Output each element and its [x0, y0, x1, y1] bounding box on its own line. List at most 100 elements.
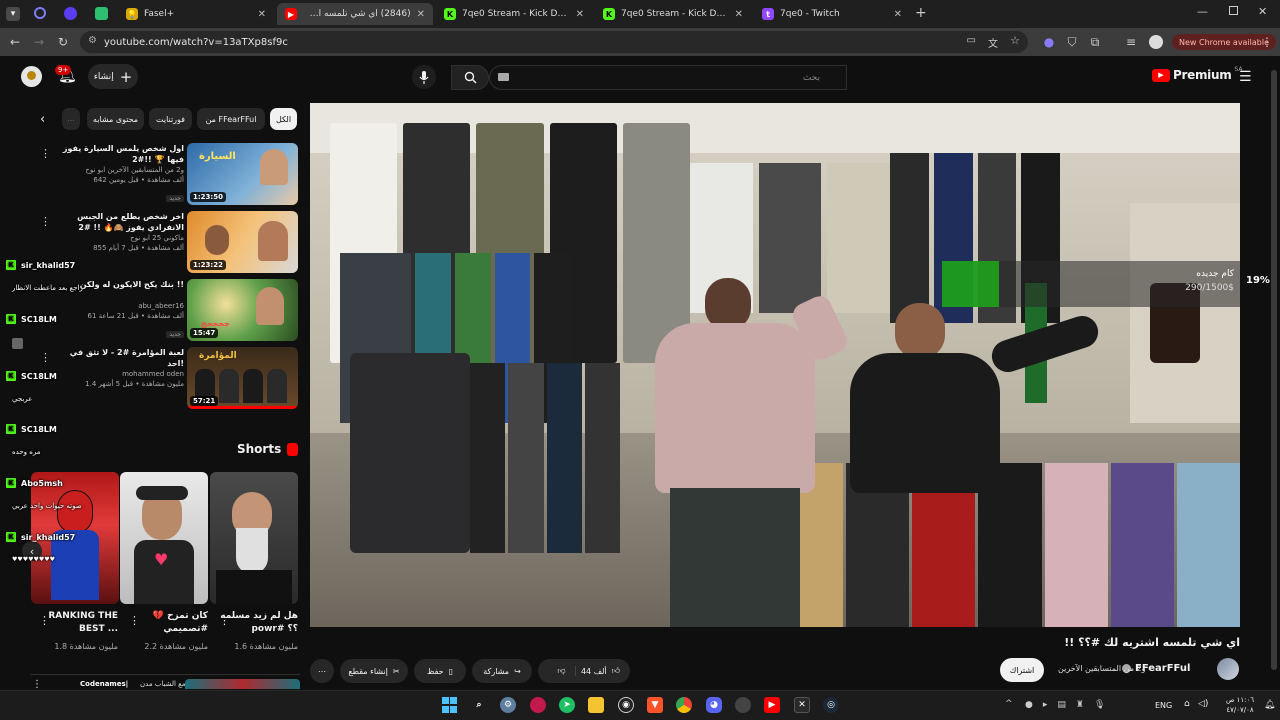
video-player[interactable]: كام جديده 290/1500$ 19% — [310, 103, 1240, 627]
address-bar[interactable]: ⚙ youtube.com/watch?v=13aTXp8sf9c ▭ 文 ☆ — [80, 31, 1028, 53]
video-thumbnail[interactable]: 1:23:22 — [187, 211, 298, 273]
volume-icon[interactable]: ◁) — [1198, 699, 1208, 709]
windows-start-icon[interactable] — [441, 697, 457, 713]
close-tab-icon[interactable]: ✕ — [735, 9, 743, 20]
back-arrow-icon[interactable]: ← — [6, 33, 24, 51]
more-options-icon[interactable]: ⋮ — [219, 614, 230, 627]
like-button[interactable]: 👍︎ — [612, 666, 620, 676]
related-video-1[interactable]: السيارة 1:23:50 اول شخص يلمس السيارة يفو… — [40, 143, 300, 207]
search-input[interactable]: بحث — [489, 65, 847, 90]
video-title[interactable]: اخر شخص يطلع من الجبس الانفرادي يفوز 🙈🔥 … — [56, 211, 184, 233]
account-avatar[interactable] — [21, 66, 42, 87]
new-tab-button[interactable]: + — [915, 5, 927, 21]
video-thumbnail[interactable]: ججججج 15:47 — [187, 279, 298, 341]
create-button[interactable]: إنشاء + — [88, 64, 138, 89]
channel-name[interactable]: mohammed oden — [56, 369, 184, 379]
related-video-4[interactable]: المؤامرة 57:21 لعبة المؤامرة #2 - لا تثق… — [40, 347, 300, 411]
more-options-icon[interactable]: ⋮ — [40, 351, 51, 364]
bookmark-star-icon[interactable]: ☆ — [1010, 34, 1020, 47]
chips-prev-arrow-icon[interactable]: ‹ — [40, 112, 45, 127]
profile-avatar[interactable] — [1149, 35, 1163, 49]
short-title[interactable]: RANKING THE BEST ... — [38, 610, 118, 636]
video-title[interactable]: اول شخص يلمس السيارة يفوز فيها 🏆 !!#2 — [56, 143, 184, 165]
extension-badge-icon[interactable]: ● — [1040, 33, 1058, 51]
steam-icon[interactable]: ◎ — [823, 697, 839, 713]
translate-icon[interactable]: 文 — [988, 35, 998, 50]
extension-icon[interactable] — [34, 7, 46, 19]
chip-partial[interactable]: … — [62, 108, 80, 130]
more-options-icon[interactable]: ⋮ — [40, 147, 51, 160]
page-scrollbar[interactable] — [1271, 62, 1277, 682]
network-icon[interactable]: ⌂ — [1184, 699, 1190, 709]
clip-button[interactable]: إنشاء مقطع ✂︎ — [340, 659, 408, 683]
language-indicator[interactable]: ENG — [1155, 701, 1172, 710]
more-options-icon[interactable]: ⋮ — [39, 614, 50, 627]
close-tab-icon[interactable]: ✕ — [576, 9, 584, 20]
voice-search-button[interactable] — [412, 65, 436, 89]
reload-icon[interactable]: ↻ — [54, 33, 72, 51]
tab-kick-dashboard-1[interactable]: K 7qe0 Stream - Kick Dashboard ✕ — [436, 3, 592, 25]
reading-list-icon[interactable]: ≡ — [1122, 33, 1140, 51]
subscribe-button[interactable]: اشتراك — [1000, 658, 1044, 682]
chrome-icon[interactable] — [676, 697, 692, 713]
terminal-icon[interactable]: ✕ — [794, 697, 810, 713]
app-icon-green[interactable]: ➤ — [559, 697, 575, 713]
tab-kick-dashboard-2[interactable]: K 7qe0 Stream - Kick Dashboard ✕ — [595, 3, 751, 25]
forward-arrow-icon[interactable]: → — [30, 33, 48, 51]
app-icon-tray[interactable] — [735, 697, 751, 713]
close-window-button[interactable]: ✕ — [1258, 5, 1267, 18]
tab-search-icon[interactable]: ▾ — [6, 7, 20, 21]
more-options-icon[interactable]: ⋮ — [40, 215, 51, 228]
chip-from-channel[interactable]: من FFearFFul — [197, 108, 265, 130]
chip-all[interactable]: الكل — [270, 108, 297, 130]
search-icon[interactable]: ⌕ — [471, 697, 487, 713]
brave-icon[interactable]: ▼ — [647, 697, 663, 713]
bottom-video-row[interactable]: ⋮ كود تكس مع الشباب مدن Codenames| — [30, 674, 300, 690]
channel-name[interactable]: و2 من المتسابقين الآخرين ابو نوح — [56, 165, 184, 175]
shield-icon[interactable]: ⛉ — [1063, 33, 1081, 51]
pinned-app-icon[interactable] — [95, 7, 108, 20]
related-video-2[interactable]: 1:23:22 اخر شخص يطلع من الجبس الانفرادي … — [40, 211, 300, 275]
short-title[interactable]: هل لم زيد مسلمه powr# ؟؟ — [218, 610, 298, 636]
youtube-app-icon[interactable]: ▶ — [764, 697, 780, 713]
puzzle-icon[interactable]: ⧉ — [1086, 33, 1104, 51]
maximize-button[interactable] — [1229, 6, 1238, 15]
short-2[interactable]: ♥ — [120, 472, 208, 604]
tray-chevron-icon[interactable]: ^ — [1005, 699, 1013, 709]
discord-icon[interactable]: ◕ — [706, 697, 722, 713]
close-tab-icon[interactable]: ✕ — [258, 9, 266, 20]
file-explorer-icon[interactable] — [588, 697, 604, 713]
hamburger-menu-icon[interactable]: ☰ — [1239, 69, 1252, 85]
dislike-button[interactable]: 👎︎ — [548, 666, 576, 676]
profile-extension-icon[interactable] — [64, 7, 77, 20]
more-options-icon[interactable]: ⋮ — [32, 679, 42, 690]
share-button[interactable]: مشاركة ↪︎ — [472, 659, 532, 683]
notification-center-icon[interactable]: 🔔︎ — [1264, 700, 1275, 710]
close-tab-icon[interactable]: ✕ — [417, 9, 425, 20]
site-info-icon[interactable]: ⚙ — [88, 35, 97, 46]
close-tab-icon[interactable]: ✕ — [894, 9, 902, 20]
chip-fortnite[interactable]: فورتنايت — [149, 108, 192, 130]
minimize-button[interactable]: — — [1197, 5, 1208, 18]
channel-name[interactable]: ماكوني 25 ابو نوح — [56, 233, 184, 243]
cast-icon[interactable]: ▭ — [967, 35, 976, 46]
tab-twitch[interactable]: t 7qe0 - Twitch ✕ — [754, 3, 910, 25]
more-options-icon[interactable]: ⋮ — [129, 614, 140, 627]
app-icon-red[interactable] — [530, 697, 546, 713]
video-thumbnail[interactable]: المؤامرة 57:21 — [187, 347, 298, 409]
tab-youtube[interactable]: ▶ (2846) اي شي تلمسه اشتريه لك ✕ — [277, 3, 433, 25]
settings-gear-icon[interactable]: ⚙ — [500, 697, 516, 713]
clock[interactable]: ١١:٠٦ ص ٤٧/٠٧/٠٨ — [1220, 695, 1260, 715]
channel-avatar[interactable] — [1217, 658, 1239, 680]
short-title[interactable]: كان تمزح 💔 #تصميمي #بادري... — [128, 610, 208, 636]
more-actions-button[interactable]: ⋯ — [310, 659, 334, 683]
menu-kebab-icon[interactable]: ⋮ — [1258, 33, 1276, 51]
video-thumbnail[interactable]: السيارة 1:23:50 — [187, 143, 298, 205]
video-title[interactable]: لعبة المؤامرة #2 - لا تثق في احد! — [56, 347, 184, 369]
obs-icon[interactable]: ◉ — [618, 697, 634, 713]
save-button[interactable]: حفظ ▯ — [414, 659, 466, 683]
keyboard-icon[interactable] — [498, 73, 509, 81]
search-button[interactable] — [451, 65, 489, 90]
short-3[interactable] — [210, 472, 298, 604]
youtube-premium-logo[interactable]: ▶ Premium SA — [1152, 66, 1242, 82]
